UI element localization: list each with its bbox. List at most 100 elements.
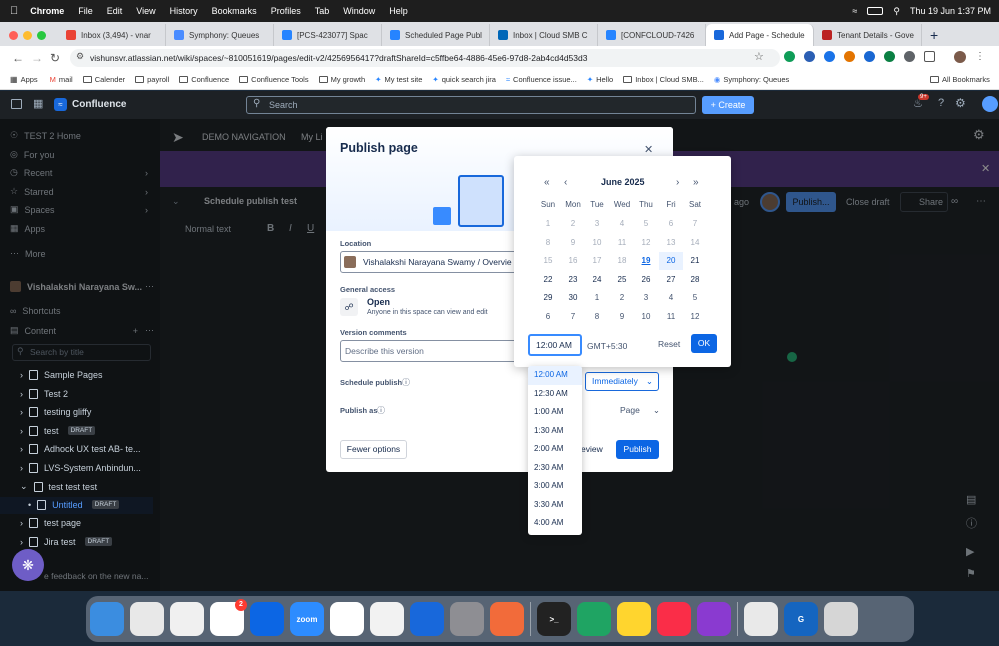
calendar-day[interactable]: 1 xyxy=(536,215,560,233)
dock-app-vidmore-icon[interactable] xyxy=(697,602,731,636)
dock-app-slack-icon[interactable]: 2 xyxy=(210,599,247,636)
dock-app-scrapbook-icon[interactable] xyxy=(370,602,404,636)
browser-tab[interactable]: Scheduled Page Publ xyxy=(382,24,490,46)
browser-tab[interactable]: Inbox (3,494) - vnar xyxy=(58,24,166,46)
calendar-day[interactable]: 4 xyxy=(659,289,683,307)
menu-edit[interactable]: Edit xyxy=(107,6,123,16)
confluence-logo-icon[interactable]: ≈ xyxy=(54,98,67,111)
calendar-day[interactable]: 15 xyxy=(536,252,560,270)
calendar-day[interactable]: 12 xyxy=(683,308,707,326)
browser-tab[interactable]: [CONFCLOUD-7426 xyxy=(598,24,706,46)
prev-year-icon[interactable]: « xyxy=(544,177,550,188)
chevron-right-icon[interactable]: › xyxy=(20,537,23,547)
page-tree-item[interactable]: › test DRAFT xyxy=(20,425,96,436)
preview-button[interactable]: eview xyxy=(581,444,603,454)
ok-button[interactable]: OK xyxy=(691,334,717,353)
help-fab[interactable]: ❋ xyxy=(12,549,44,581)
search-icon[interactable]: ⚲ xyxy=(893,6,900,17)
dock-app-terminal-icon[interactable]: >_ xyxy=(537,602,571,636)
forward-icon[interactable]: → xyxy=(31,51,43,65)
bookmark-symphony[interactable]: ◉ Symphony: Queues xyxy=(714,75,789,84)
calendar-day[interactable]: 6 xyxy=(659,215,683,233)
dock-app-launchpad-icon[interactable] xyxy=(130,602,164,636)
sidebar-toggle-icon[interactable] xyxy=(11,99,22,109)
chevron-right-icon[interactable]: › xyxy=(20,444,23,454)
extension-icon[interactable] xyxy=(804,51,815,62)
time-option[interactable]: 3:00 AM xyxy=(528,477,582,496)
prev-month-icon[interactable]: ‹ xyxy=(564,177,567,188)
maximize-window-icon[interactable] xyxy=(37,30,46,40)
time-option[interactable]: 12:00 AM xyxy=(528,366,582,385)
product-name[interactable]: Confluence xyxy=(72,99,126,110)
bookmark-confluence[interactable]: Confluence xyxy=(179,75,229,84)
time-input[interactable]: 12:00 AM xyxy=(528,334,582,356)
calendar-day[interactable]: 25 xyxy=(610,271,634,289)
calendar-day[interactable]: 8 xyxy=(585,308,609,326)
browser-tab[interactable]: [PCS-423077] Spac xyxy=(274,24,382,46)
bookmark-quick-search[interactable]: ✦ quick search jira xyxy=(432,75,496,84)
dock-app-trello-icon[interactable] xyxy=(250,602,284,636)
calendar-day[interactable]: 5 xyxy=(634,215,658,233)
reload-icon[interactable]: ↻ xyxy=(50,51,60,65)
calendar-day[interactable]: 10 xyxy=(585,234,609,252)
chevron-right-icon[interactable]: › xyxy=(20,518,23,528)
puzzle-icon[interactable] xyxy=(924,51,935,62)
schedule-info-icon[interactable]: ⓘ xyxy=(402,377,410,388)
next-year-icon[interactable]: » xyxy=(693,177,699,188)
calendar-day[interactable]: 22 xyxy=(536,271,560,289)
calendar-day[interactable]: 28 xyxy=(683,271,707,289)
calendar-day[interactable]: 6 xyxy=(536,308,560,326)
version-comments-input[interactable]: Describe this version xyxy=(340,340,518,362)
calendar-day[interactable]: 20 xyxy=(659,252,683,270)
calendar-day[interactable]: 11 xyxy=(610,234,634,252)
bookmark-confluence-tools[interactable]: Confluence Tools xyxy=(239,75,309,84)
calendar-day[interactable]: 23 xyxy=(561,271,585,289)
page-tree-item[interactable]: › testing gliffy xyxy=(20,407,91,417)
calendar-day[interactable]: 2 xyxy=(610,289,634,307)
user-avatar[interactable] xyxy=(982,96,998,112)
calendar-day[interactable]: 17 xyxy=(585,252,609,270)
dock-app-notes-icon[interactable] xyxy=(617,602,651,636)
new-tab-icon[interactable]: + xyxy=(930,24,938,46)
fewer-options-button[interactable]: Fewer options xyxy=(340,440,407,459)
schedule-publish-select[interactable]: Immediately ⌄ xyxy=(585,372,659,391)
calendar-day[interactable]: 3 xyxy=(585,215,609,233)
dock-app-settings-icon[interactable] xyxy=(450,602,484,636)
calendar-day[interactable]: 24 xyxy=(585,271,609,289)
dock-app-trash-icon[interactable] xyxy=(824,602,858,636)
calendar-day[interactable]: 9 xyxy=(610,308,634,326)
time-option[interactable]: 3:30 AM xyxy=(528,496,582,515)
chrome-menu-icon[interactable]: ⋮ xyxy=(975,51,985,63)
bookmark-my-growth[interactable]: My growth xyxy=(318,75,365,84)
url-field[interactable]: vishunsvr.atlassian.net/wiki/spaces/~810… xyxy=(70,49,780,67)
calendar-day[interactable]: 4 xyxy=(610,215,634,233)
page-tree-item[interactable]: › Sample Pages xyxy=(20,370,103,380)
chevron-right-icon[interactable]: › xyxy=(20,463,23,473)
calendar-day[interactable]: 5 xyxy=(683,289,707,307)
page-tree-item[interactable]: › LVS-System Anbindun... xyxy=(20,462,141,473)
extension-icon[interactable] xyxy=(784,51,795,62)
dock-app-freeform-icon[interactable] xyxy=(170,602,204,636)
dock-app-pen-icon[interactable] xyxy=(490,602,524,636)
calendar-day[interactable]: 3 xyxy=(634,289,658,307)
publish-as-info-icon[interactable]: ⓘ xyxy=(377,405,385,416)
help-icon[interactable]: ? xyxy=(938,97,944,109)
chevron-right-icon[interactable]: › xyxy=(20,407,23,417)
calendar-day[interactable]: 13 xyxy=(659,234,683,252)
global-search-input[interactable]: Search xyxy=(246,96,696,114)
wifi-icon[interactable]: ≈ xyxy=(852,6,857,16)
calendar-day[interactable]: 9 xyxy=(561,234,585,252)
bookmark-payroll[interactable]: payroll xyxy=(135,75,169,84)
extension-icon[interactable] xyxy=(904,51,915,62)
dock-app-music-icon[interactable] xyxy=(657,602,691,636)
calendar-day[interactable]: 29 xyxy=(536,289,560,307)
time-option[interactable]: 2:00 AM xyxy=(528,440,582,459)
browser-tab[interactable]: Inbox | Cloud SMB C xyxy=(490,24,598,46)
calendar-day[interactable]: 18 xyxy=(610,252,634,270)
page-tree-item[interactable]: › Test 2 xyxy=(20,388,68,399)
chevron-right-icon[interactable]: ⌄ xyxy=(20,481,28,492)
settings-icon[interactable]: ⚙ xyxy=(955,96,966,110)
calendar-day[interactable]: 19 xyxy=(634,252,658,270)
dock-app-gadget-icon[interactable]: G xyxy=(784,602,818,636)
reset-button[interactable]: Reset xyxy=(658,339,680,349)
